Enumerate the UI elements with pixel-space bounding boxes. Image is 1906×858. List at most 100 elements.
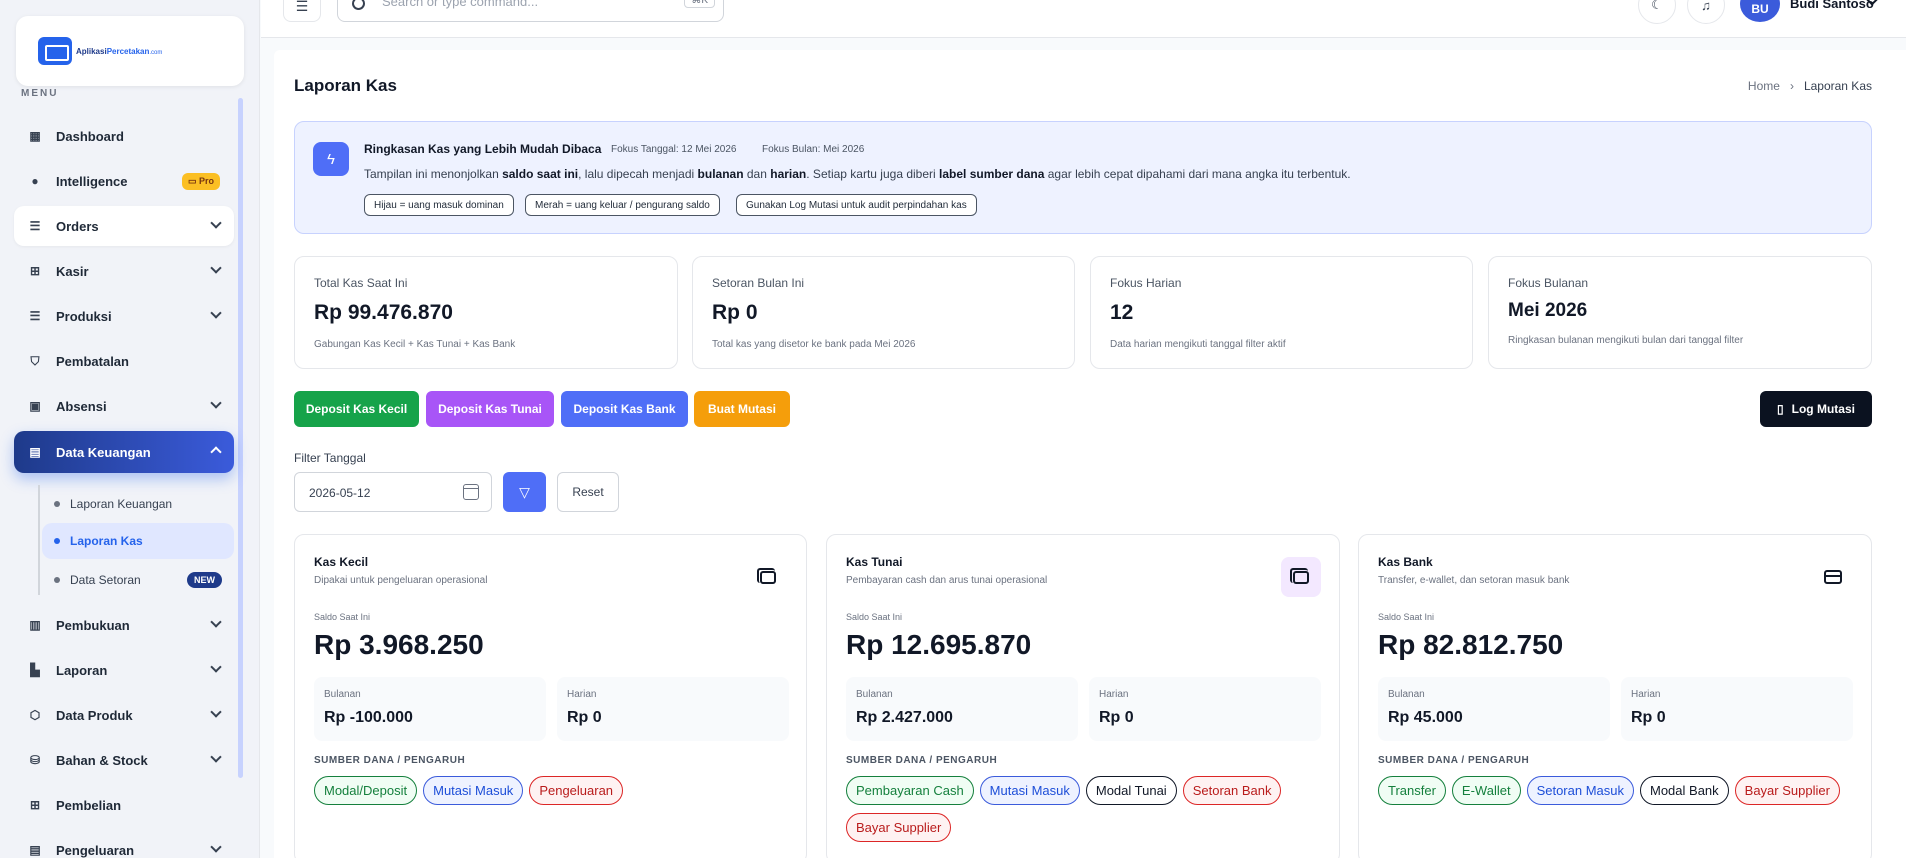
chevron-down-icon: [210, 751, 222, 763]
source-tag: Transfer: [1378, 776, 1446, 805]
sidebar-item-data-produk[interactable]: ⬡ Data Produk: [14, 695, 234, 735]
bell-icon: ♫: [1701, 0, 1711, 13]
log-mutasi-button[interactable]: ▯ Log Mutasi: [1760, 391, 1872, 427]
source-tag: Setoran Bank: [1182, 776, 1282, 805]
moon-icon: ☾: [1651, 0, 1663, 12]
user-name[interactable]: Budi Santoso: [1790, 0, 1874, 11]
notification-button[interactable]: ♫: [1687, 0, 1725, 24]
menu-icon: ☰: [295, 0, 309, 14]
bulanan-label: Bulanan: [1388, 689, 1425, 700]
sub-item-laporan-keuangan[interactable]: Laporan Keuangan: [42, 486, 234, 522]
legend-chip-red: Merah = uang keluar / pengurang saldo: [525, 194, 720, 216]
printer-logo-icon: [38, 37, 72, 65]
bulanan-value: Rp 45.000: [1388, 709, 1463, 726]
topbar: ☰ Search or type command... ⌘K ☾ ♫ BU Bu…: [261, 0, 1906, 38]
receipt-icon: ▤: [29, 843, 41, 857]
breadcrumb-current: Laporan Kas: [1803, 79, 1872, 93]
bulanan-value: Rp -100.000: [324, 709, 413, 726]
source-tag: Mutasi Masuk: [423, 776, 524, 805]
sidebar-item-data-keuangan[interactable]: ▤ Data Keuangan: [14, 431, 234, 473]
stat-note: Gabungan Kas Kecil + Kas Tunai + Kas Ban…: [314, 339, 516, 350]
sidebar-item-orders[interactable]: ☰ Orders: [14, 206, 234, 246]
chevron-down-icon: [210, 661, 222, 673]
brain-icon: ●: [31, 174, 39, 188]
source-tag: Bayar Supplier: [1734, 776, 1840, 805]
sidebar-item-kasir[interactable]: ⊞ Kasir: [14, 251, 234, 291]
sidebar-item-intelligence[interactable]: ● Intelligence ▭ Pro: [14, 161, 234, 201]
chevron-down-icon: [210, 841, 222, 853]
harian-value: Rp 0: [1631, 709, 1666, 726]
source-tag: Bayar Supplier: [846, 813, 952, 842]
theme-toggle-button[interactable]: ☾: [1638, 0, 1676, 24]
avatar[interactable]: BU: [1740, 0, 1780, 22]
new-badge: NEW: [187, 572, 222, 588]
kas-description: Dipakai untuk pengeluaran operasional: [314, 575, 488, 586]
date-filter-input[interactable]: 2026-05-12: [294, 472, 492, 512]
kas-title: Kas Tunai: [846, 555, 903, 569]
harian-box: Harian Rp 0: [557, 677, 789, 741]
buat-mutasi-button[interactable]: Buat Mutasi: [694, 391, 790, 427]
box-icon: ⬡: [29, 708, 41, 722]
bulanan-value: Rp 2.427.000: [856, 709, 953, 726]
page-title: Laporan Kas: [294, 76, 397, 95]
source-tag: Setoran Masuk: [1526, 776, 1634, 805]
stat-card-fokus-harian: Fokus Harian 12 Data harian mengikuti ta…: [1090, 256, 1473, 369]
kas-description: Transfer, e-wallet, dan setoran masuk ba…: [1378, 575, 1570, 586]
stat-value: Rp 0: [712, 301, 758, 324]
brand-logo[interactable]: AplikasiPercetakan.com: [16, 16, 244, 86]
bulanan-box: Bulanan Rp 2.427.000: [846, 677, 1078, 741]
lightning-icon: ϟ: [313, 142, 349, 176]
sidebar-toggle-button[interactable]: ☰: [283, 0, 321, 22]
sidebar-item-pembelian[interactable]: ⊞ Pembelian: [14, 785, 234, 825]
source-tag: Modal/Deposit: [314, 776, 418, 805]
saldo-value: Rp 82.812.750: [1378, 629, 1564, 660]
focus-month-meta: Fokus Bulan: Mei 2026: [762, 144, 865, 155]
saldo-label: Saldo Saat Ini: [314, 612, 371, 622]
apply-filter-button[interactable]: ▽: [503, 472, 546, 512]
stat-card-total-kas: Total Kas Saat Ini Rp 99.476.870 Gabunga…: [294, 256, 678, 369]
deposit-kas-tunai-button[interactable]: Deposit Kas Tunai: [426, 391, 554, 427]
sidebar-item-absensi[interactable]: ▣ Absensi: [14, 386, 234, 426]
sub-item-laporan-kas[interactable]: Laporan Kas: [42, 523, 234, 559]
sub-item-data-setoran[interactable]: Data Setoran NEW: [42, 562, 234, 598]
sidebar-item-pengeluaran[interactable]: ▤ Pengeluaran: [14, 830, 234, 858]
source-tag: Modal Tunai: [1085, 776, 1177, 805]
harian-label: Harian: [1631, 689, 1661, 700]
kas-card-tunai: Kas Tunai Pembayaran cash dan arus tunai…: [826, 534, 1340, 858]
bullet-icon: [54, 577, 60, 583]
sidebar-item-produksi[interactable]: ☰ Produksi: [14, 296, 234, 336]
reset-button[interactable]: Reset: [557, 472, 619, 512]
sidebar-item-pembatalan[interactable]: ⛉ Pembatalan: [14, 341, 234, 381]
shortcut-hint: ⌘K: [684, 0, 715, 8]
deposit-kas-bank-button[interactable]: Deposit Kas Bank: [561, 391, 688, 427]
breadcrumb-home[interactable]: Home: [1748, 79, 1780, 93]
pro-badge: ▭ Pro: [181, 173, 220, 190]
kas-card-bank: Kas Bank Transfer, e-wallet, dan setoran…: [1358, 534, 1872, 858]
source-tag: Pengeluaran: [529, 776, 624, 805]
calendar-icon[interactable]: [463, 484, 479, 500]
book-icon: ▥: [29, 618, 41, 632]
sidebar: AplikasiPercetakan.com MENU ▦ Dashboard ●…: [0, 0, 260, 858]
info-banner: ϟ Ringkasan Kas yang Lebih Mudah Dibaca …: [294, 121, 1872, 234]
source-label: SUMBER DANA / PENGARUH: [846, 755, 998, 766]
clipboard-icon: ▯: [1777, 402, 1784, 416]
source-tag: Modal Bank: [1640, 776, 1729, 805]
sidebar-item-bahan-stock[interactable]: ⛁ Bahan & Stock: [14, 740, 234, 780]
bulanan-label: Bulanan: [324, 689, 361, 700]
sidebar-item-pembukuan[interactable]: ▥ Pembukuan: [14, 605, 234, 645]
credit-card-icon: [1813, 557, 1853, 597]
stat-note: Data harian mengikuti tanggal filter akt…: [1110, 339, 1286, 350]
sidebar-item-laporan[interactable]: ▙ Laporan: [14, 650, 234, 690]
info-description: Tampilan ini menonjolkan saldo saat ini,…: [364, 167, 1351, 181]
dashboard-icon: ▦: [29, 129, 41, 143]
sidebar-scrollbar[interactable]: [238, 98, 243, 778]
stat-label: Setoran Bulan Ini: [712, 276, 805, 290]
source-tag: E-Wallet: [1451, 776, 1521, 805]
deposit-kas-kecil-button[interactable]: Deposit Kas Kecil: [294, 391, 419, 427]
chevron-down-icon: [210, 307, 222, 319]
sidebar-item-dashboard[interactable]: ▦ Dashboard: [14, 116, 234, 156]
saldo-label: Saldo Saat Ini: [846, 612, 903, 622]
chevron-down-icon: [210, 616, 222, 628]
menu-label: MENU: [21, 88, 59, 99]
search-input[interactable]: Search or type command... ⌘K: [337, 0, 724, 22]
